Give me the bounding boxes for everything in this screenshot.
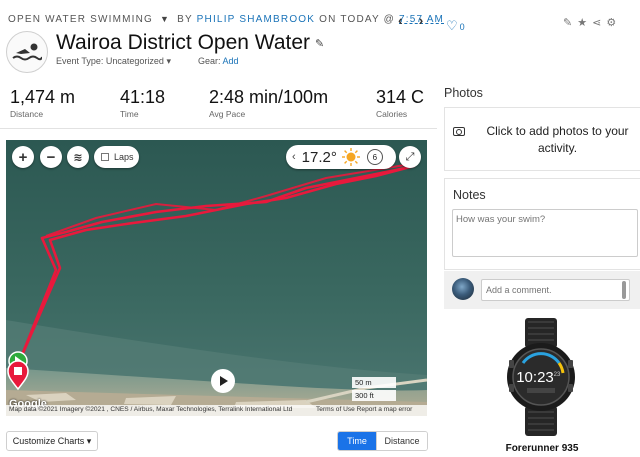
laps-label: Laps: [114, 152, 134, 162]
time-button[interactable]: Time: [338, 432, 376, 450]
next-activity-icon[interactable]: ›: [419, 12, 424, 28]
prev-activity-icon[interactable]: ‹: [398, 12, 403, 28]
watch-time: 10:23: [516, 369, 554, 386]
comment-scrollbar[interactable]: [622, 281, 626, 299]
start-end-markers: [7, 351, 29, 391]
map-scale: 50 m 300 ft: [352, 377, 396, 403]
scale-meters: 50 m: [352, 377, 396, 388]
chevron-left-icon[interactable]: ‹: [292, 151, 296, 163]
stat-label: Avg Pace: [209, 109, 246, 119]
fullscreen-icon[interactable]: ⤢: [399, 146, 421, 168]
layers-icon[interactable]: ≋: [67, 146, 89, 168]
divider: [0, 128, 437, 129]
route-line-lap: [45, 163, 412, 237]
author-link[interactable]: PHILIP SHAMBROOK: [197, 14, 316, 25]
heart-icon[interactable]: ♡: [446, 18, 458, 33]
temperature: 17.2°: [301, 148, 337, 166]
activity-type-dropdown-icon[interactable]: ▼: [160, 14, 170, 24]
weather-widget[interactable]: ‹ 17.2° 6: [286, 145, 396, 169]
event-type-select[interactable]: Uncategorized: [106, 56, 164, 66]
stat-calories: 314 C Calories: [376, 87, 424, 119]
stat-label: Distance: [10, 109, 44, 119]
photos-heading: Photos: [444, 86, 483, 100]
customize-charts-button[interactable]: Customize Charts ▾: [6, 431, 98, 451]
add-photos-text[interactable]: Click to add photos to your activity.: [475, 123, 640, 157]
date-text: ON TODAY @: [319, 14, 396, 25]
edit-icon[interactable]: ✎: [563, 17, 577, 29]
comment-input[interactable]: [481, 279, 630, 301]
stat-avg-pace: 2:48 min/100m Avg Pace: [209, 87, 328, 119]
share-icon[interactable]: ⋖: [592, 17, 606, 29]
camera-icon: [453, 127, 465, 136]
activity-meta: Event Type: Uncategorized ▾ Gear: Add: [56, 56, 239, 67]
stat-value: 1,474 m: [10, 87, 76, 107]
gear-label: Gear:: [198, 56, 221, 66]
chart-axis-toggle: Time Distance: [337, 431, 428, 451]
activity-breadcrumb: OPEN WATER SWIMMING ▼ BY PHILIP SHAMBROO…: [8, 14, 444, 25]
distance-button[interactable]: Distance: [376, 432, 427, 450]
play-route-button[interactable]: [211, 369, 235, 393]
like-count: 0: [459, 22, 465, 32]
like-button[interactable]: ♡ 0: [446, 18, 465, 34]
gear-add-link[interactable]: Add: [223, 56, 239, 66]
watch-seconds: 23: [554, 372, 561, 378]
stat-time: 41:18 Time: [120, 87, 165, 119]
stat-value: 314 C: [376, 87, 425, 107]
wind-speed: 6: [366, 149, 383, 165]
gear-icon[interactable]: ⚙: [606, 17, 621, 29]
map-attribution: Map data ©2021 Imagery ©2021 , CNES / Ai…: [6, 405, 427, 416]
scale-feet: 300 ft: [352, 390, 396, 401]
activity-type-icon: [6, 31, 48, 73]
stat-value: 2:48 min/100m: [209, 87, 329, 107]
star-icon[interactable]: ★: [577, 17, 592, 29]
user-avatar: [452, 278, 474, 300]
event-type-label: Event Type:: [56, 56, 104, 66]
notes-heading: Notes: [453, 188, 486, 202]
device-image: 10:23 23: [507, 318, 575, 436]
device-name[interactable]: Forerunner 935: [444, 443, 640, 454]
by-text: BY: [177, 14, 193, 25]
add-photos-area[interactable]: Click to add photos to your activity.: [444, 107, 640, 171]
stat-label: Time: [120, 109, 139, 119]
route-line: [16, 164, 416, 378]
edit-title-icon[interactable]: ✎: [315, 38, 324, 50]
activity-type[interactable]: OPEN WATER SWIMMING: [8, 14, 153, 25]
zoom-out-button[interactable]: −: [40, 146, 62, 168]
sun-icon: [341, 148, 360, 166]
notes-input[interactable]: [452, 209, 638, 257]
activity-title: Wairoa District Open Water ✎: [56, 31, 324, 55]
laps-checkbox[interactable]: [101, 153, 109, 161]
stat-label: Calories: [376, 109, 408, 119]
activity-nav: ‹ ›: [398, 12, 435, 28]
activity-title-text: Wairoa District Open Water: [56, 31, 310, 54]
laps-toggle[interactable]: Laps: [94, 146, 139, 168]
activity-toolbar: ✎★⋖⚙: [563, 16, 621, 29]
zoom-in-button[interactable]: +: [12, 146, 34, 168]
terms-links[interactable]: Terms of Use Report a map error: [316, 406, 412, 413]
stat-value: 41:18: [120, 87, 166, 107]
stat-distance: 1,474 m Distance: [10, 87, 75, 119]
notes-panel: Notes: [444, 178, 640, 270]
comment-bar: [444, 271, 640, 309]
event-type-dropdown-icon[interactable]: ▾: [166, 56, 171, 66]
activity-map[interactable]: + − ≋ Laps ‹ 17.2° 6 ⤢ 50 m 300 ft Googl…: [6, 140, 427, 416]
attribution-text: Map data ©2021 Imagery ©2021 , CNES / Ai…: [9, 406, 293, 413]
